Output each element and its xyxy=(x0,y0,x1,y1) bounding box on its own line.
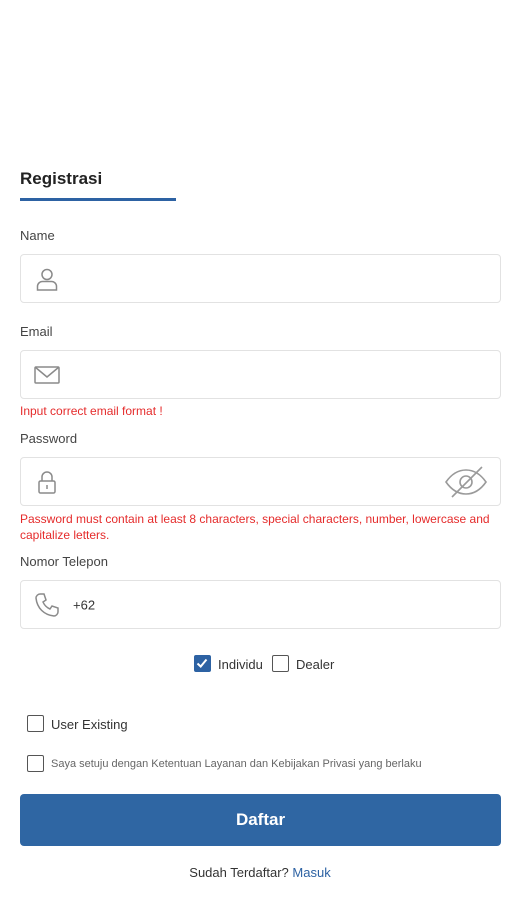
login-prompt: Sudah Terdaftar? Masuk xyxy=(0,865,520,880)
daftar-button[interactable]: Daftar xyxy=(20,794,501,846)
email-error: Input correct email format ! xyxy=(20,404,163,418)
mail-icon xyxy=(33,361,61,389)
individu-checkbox[interactable] xyxy=(194,655,211,672)
name-label: Name xyxy=(20,228,55,243)
check-icon xyxy=(196,658,208,668)
login-link[interactable]: Masuk xyxy=(292,865,330,880)
terms-checkbox[interactable] xyxy=(27,755,44,772)
lock-icon xyxy=(33,468,61,496)
individu-label: Individu xyxy=(218,657,263,672)
dealer-checkbox[interactable] xyxy=(272,655,289,672)
login-prompt-text: Sudah Terdaftar? xyxy=(189,865,289,880)
phone-label: Nomor Telepon xyxy=(20,554,108,569)
phone-icon xyxy=(33,591,61,619)
page-title: Registrasi xyxy=(20,169,103,188)
name-input[interactable] xyxy=(20,254,501,303)
dealer-label: Dealer xyxy=(296,657,335,672)
account-type-group: Individu Dealer xyxy=(0,654,520,674)
user-icon xyxy=(33,265,61,293)
email-input[interactable] xyxy=(20,350,501,399)
user-existing-label: User Existing xyxy=(51,717,128,732)
password-error: Password must contain at least 8 charact… xyxy=(20,512,490,542)
phone-prefix: +62 xyxy=(73,597,96,612)
user-existing-checkbox[interactable] xyxy=(27,715,44,732)
phone-input[interactable]: +62 xyxy=(20,580,501,629)
terms-label: Saya setuju dengan Ketentuan Layanan dan… xyxy=(51,758,422,770)
title-underline xyxy=(20,198,176,201)
eye-off-icon[interactable] xyxy=(444,464,488,500)
email-label: Email xyxy=(20,324,53,339)
password-label: Password xyxy=(20,431,78,446)
password-input[interactable] xyxy=(20,457,501,506)
